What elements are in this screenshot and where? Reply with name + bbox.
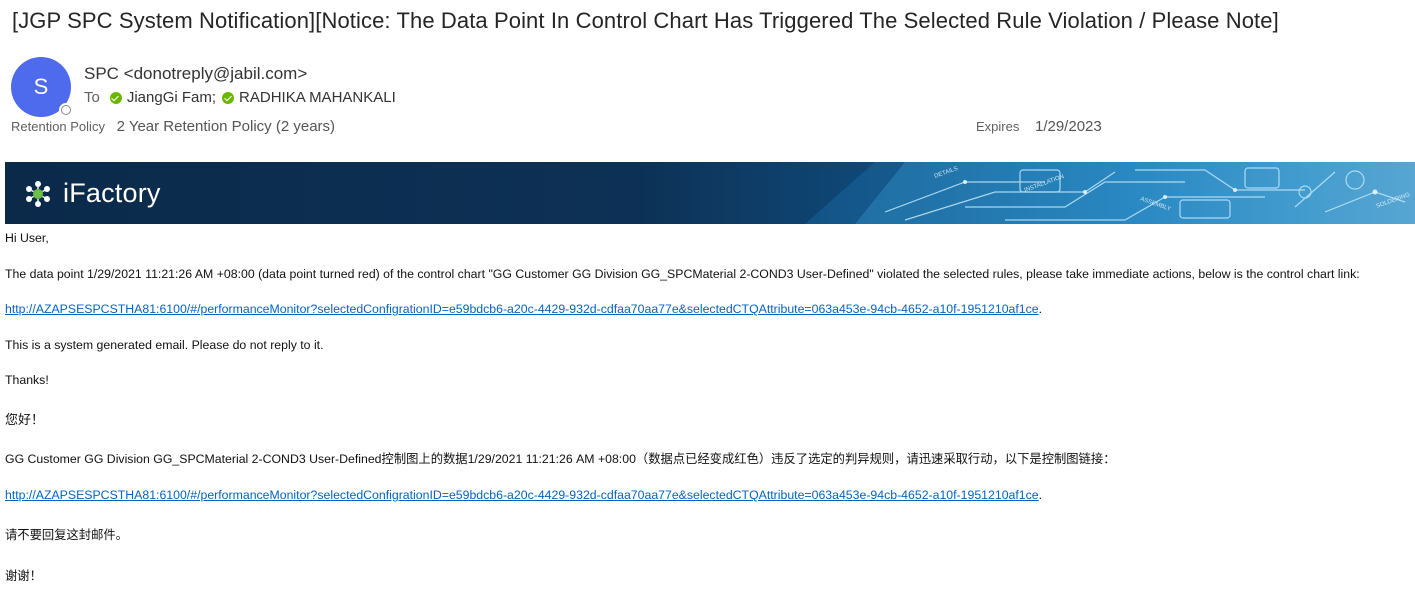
- link-suffix: .: [1038, 488, 1043, 502]
- avatar-initial: S: [33, 74, 49, 99]
- control-chart-link-cn: http://AZAPSESPCSTHA81:6100/#/performanc…: [5, 488, 1042, 502]
- control-chart-link-en: http://AZAPSESPCSTHA81:6100/#/performanc…: [5, 302, 1042, 316]
- recipients-line: To JiangGi Fam; RADHIKA MAHANKALI: [84, 89, 396, 106]
- greeting-en: Hi User,: [5, 231, 49, 245]
- recipient-1[interactable]: JiangGi Fam;: [109, 89, 217, 106]
- system-note-cn: 请不要回复这封邮件。: [5, 528, 128, 542]
- expiry-info: Expires 1/29/2023: [976, 118, 1102, 135]
- message-en: The data point 1/29/2021 11:21:26 AM +08…: [5, 267, 1360, 281]
- message-cn: GG Customer GG Division GG_SPCMaterial 2…: [5, 452, 1116, 466]
- presence-status-icon: [59, 103, 73, 117]
- available-check-icon: [222, 91, 235, 104]
- ifactory-banner: DETAILS INSTALLATION ASSEMBLY SOLDERING …: [5, 162, 1415, 224]
- retention-value: 2 Year Retention Policy (2 years): [116, 118, 336, 135]
- expires-value: 1/29/2023: [1034, 118, 1102, 135]
- sender-avatar[interactable]: S: [11, 57, 73, 117]
- retention-label: Retention Policy: [11, 119, 105, 134]
- expires-label: Expires: [976, 119, 1020, 134]
- thanks-cn: 谢谢！: [5, 569, 42, 583]
- to-label: To: [84, 89, 100, 106]
- circuit-graphic: DETAILS INSTALLATION ASSEMBLY SOLDERING: [805, 162, 1415, 224]
- ifactory-brand: iFactory: [63, 178, 161, 208]
- control-chart-link[interactable]: http://AZAPSESPCSTHA81:6100/#/performanc…: [5, 302, 1039, 316]
- system-note-en: This is a system generated email. Please…: [5, 338, 324, 352]
- recipient-name: RADHIKA MAHANKALI: [239, 89, 396, 106]
- link-suffix: .: [1038, 302, 1043, 316]
- sender-name[interactable]: SPC <donotreply@jabil.com>: [84, 64, 307, 84]
- thanks-en: Thanks!: [5, 373, 49, 387]
- recipient-2[interactable]: RADHIKA MAHANKALI: [222, 89, 396, 106]
- email-subject: [JGP SPC System Notification][Notice: Th…: [12, 8, 1279, 33]
- ifactory-logo-icon: [26, 181, 50, 207]
- control-chart-link[interactable]: http://AZAPSESPCSTHA81:6100/#/performanc…: [5, 488, 1039, 502]
- greeting-cn: 您好！: [5, 412, 45, 427]
- available-check-icon: [109, 91, 122, 104]
- retention-policy: Retention Policy 2 Year Retention Policy…: [11, 118, 335, 135]
- recipient-name: JiangGi Fam;: [126, 89, 217, 106]
